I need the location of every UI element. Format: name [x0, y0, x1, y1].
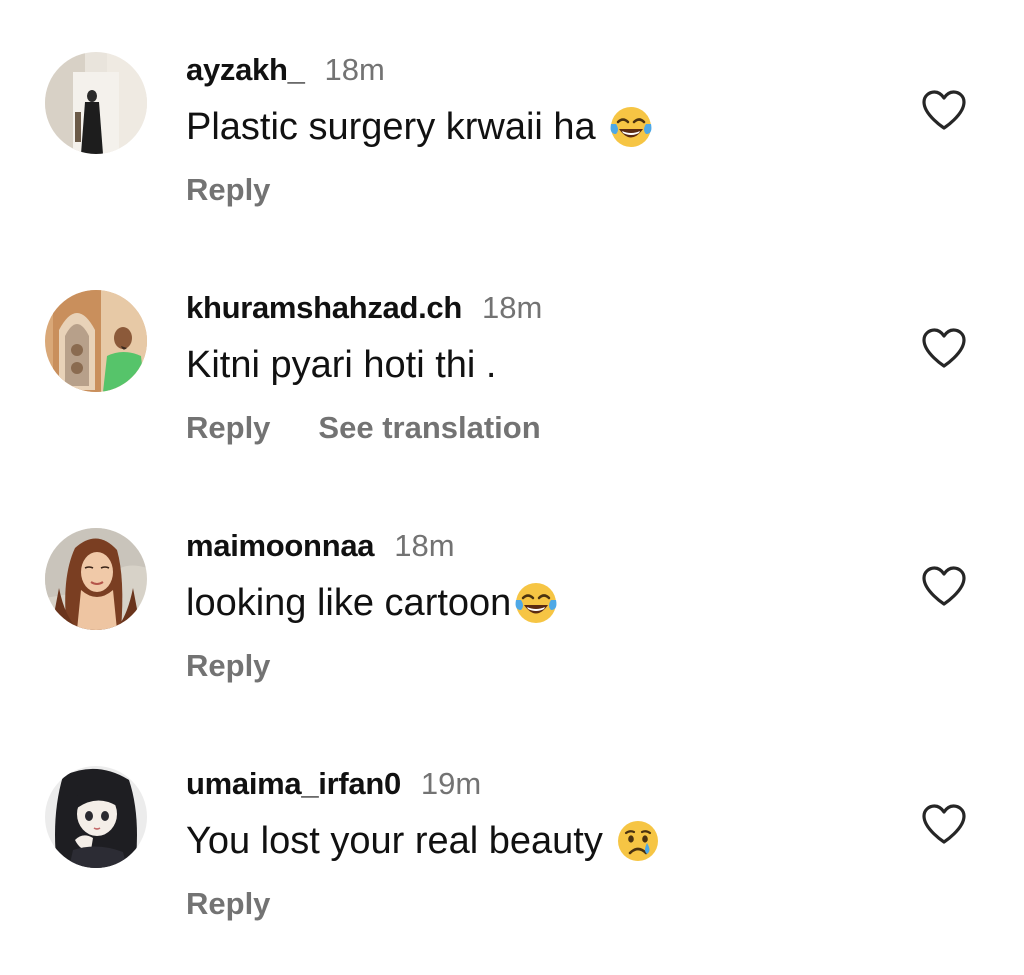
username[interactable]: maimoonnaa — [186, 528, 375, 564]
reply-button[interactable]: Reply — [186, 172, 270, 208]
username[interactable]: khuramshahzad.ch — [186, 290, 462, 326]
comment-actions: Reply — [186, 886, 318, 922]
like-heart-icon[interactable] — [920, 326, 968, 370]
face-with-tears-of-joy-icon — [513, 580, 559, 626]
comment-body: looking like cartoon — [186, 581, 512, 624]
comment-body: Plastic surgery krwaii ha — [186, 105, 596, 148]
avatar[interactable] — [45, 290, 147, 392]
avatar[interactable] — [45, 52, 147, 154]
like-heart-icon[interactable] — [920, 564, 968, 608]
reply-button[interactable]: Reply — [186, 410, 270, 446]
like-heart-icon[interactable] — [920, 88, 968, 132]
timestamp: 18m — [394, 528, 455, 563]
comment-text: looking like cartoon — [186, 580, 559, 626]
comment-text: Plastic surgery krwaii ha — [186, 104, 654, 150]
comment-actions: Reply — [186, 648, 318, 684]
comment-actions: Reply — [186, 172, 318, 208]
comment-header: umaima_irfan0 19m — [186, 766, 481, 802]
comment-item: umaima_irfan0 19m You lost your real bea… — [0, 766, 1024, 966]
comment-header: ayzakh_ 18m — [186, 52, 385, 88]
avatar[interactable] — [45, 766, 147, 868]
username[interactable]: umaima_irfan0 — [186, 766, 401, 802]
timestamp: 18m — [324, 52, 385, 87]
comment-body: Kitni pyari hoti thi . — [186, 343, 497, 386]
comment-text: Kitni pyari hoti thi . — [186, 342, 496, 388]
reply-button[interactable]: Reply — [186, 886, 270, 922]
comment-body: You lost your real beauty — [186, 819, 603, 862]
comment-text: You lost your real beauty — [186, 818, 661, 864]
timestamp: 18m — [482, 290, 543, 325]
like-heart-icon[interactable] — [920, 802, 968, 846]
username[interactable]: ayzakh_ — [186, 52, 305, 88]
comment-actions: Reply See translation — [186, 410, 589, 446]
comment-item: khuramshahzad.ch 18m Kitni pyari hoti th… — [0, 290, 1024, 490]
face-with-tears-of-joy-icon — [608, 104, 654, 150]
comment-header: khuramshahzad.ch 18m — [186, 290, 542, 326]
comment-item: maimoonnaa 18m looking like cartoon Repl… — [0, 528, 1024, 728]
reply-button[interactable]: Reply — [186, 648, 270, 684]
crying-face-icon — [615, 818, 661, 864]
comment-item: ayzakh_ 18m Plastic surgery krwaii ha Re… — [0, 52, 1024, 252]
comment-header: maimoonnaa 18m — [186, 528, 455, 564]
timestamp: 19m — [420, 766, 482, 801]
avatar[interactable] — [45, 528, 147, 630]
see-translation-button[interactable]: See translation — [318, 410, 540, 446]
